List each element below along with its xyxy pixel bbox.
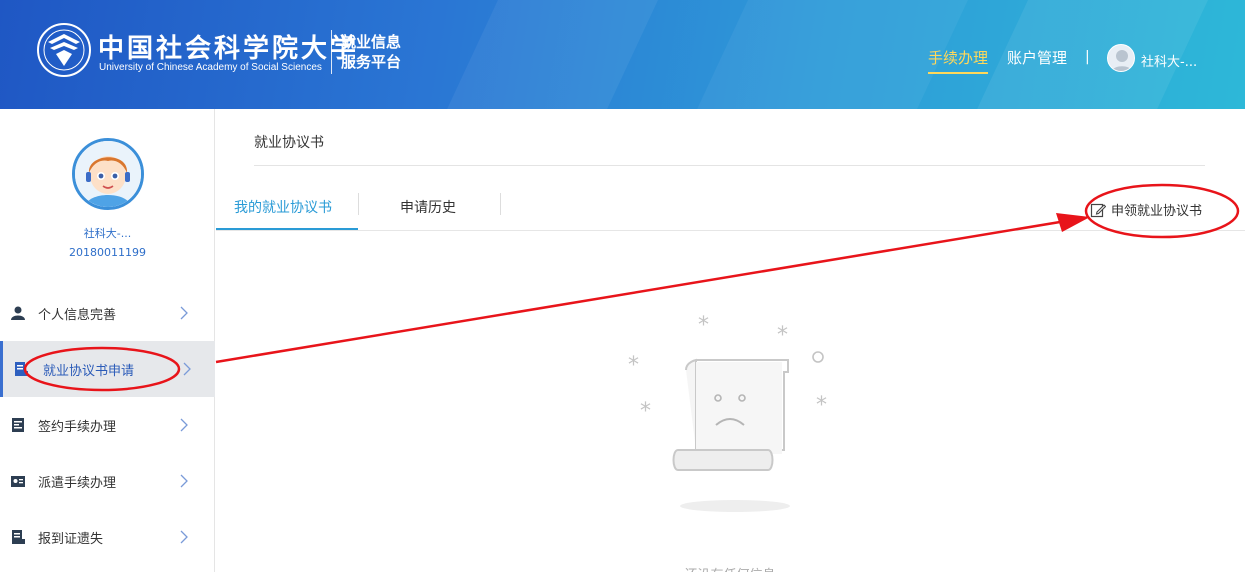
- user-icon: [11, 306, 25, 320]
- edit-icon: [1090, 203, 1106, 217]
- apply-agreement-button[interactable]: 申领就业协议书: [1090, 200, 1202, 219]
- sidebar-item-agreement-apply[interactable]: 就业协议书申请: [0, 341, 215, 397]
- sidebar-user-name: 社科大-...: [83, 227, 132, 240]
- svg-text:*: *: [816, 393, 827, 418]
- platform-name: 就业信息 服务平台: [341, 32, 401, 72]
- sidebar-item-label: 报到证遗失: [38, 531, 104, 547]
- university-name-cn: 中国社会科学院大学: [98, 34, 360, 64]
- header-decoration: [432, 0, 668, 109]
- tab-apply-history[interactable]: 申请历史: [400, 197, 456, 217]
- page-title: 就业协议书: [254, 135, 324, 151]
- svg-text:*: *: [640, 399, 651, 424]
- university-name-en: University of Chinese Academy of Social …: [99, 62, 322, 73]
- nav-account[interactable]: 账户管理: [1007, 47, 1067, 68]
- empty-state-illustration: * * * * *: [628, 313, 827, 512]
- chevron-right-icon: [180, 306, 188, 320]
- sidebar-item-label: 派遣手续办理: [38, 475, 117, 491]
- report-icon: [12, 530, 25, 544]
- svg-text:*: *: [628, 353, 639, 378]
- avatar-cartoon-icon: [75, 141, 141, 207]
- top-header: 中国社会科学院大学 University of Chinese Academy …: [0, 0, 1245, 109]
- sidebar-item-label: 个人信息完善: [38, 307, 117, 323]
- sidebar-item-report-lost[interactable]: 报到证遗失: [0, 509, 215, 565]
- svg-text:*: *: [698, 313, 709, 338]
- user-avatar-small[interactable]: [1107, 44, 1135, 72]
- sidebar-item-label: 就业协议书申请: [43, 363, 135, 379]
- tab-separator: [500, 193, 501, 215]
- sidebar-item-contract[interactable]: 签约手续办理: [0, 397, 215, 453]
- document-icon: [15, 362, 28, 376]
- empty-state-text: 还没有任何信息: [0, 564, 1245, 572]
- sidebar-user-id: 20180011199: [69, 246, 146, 259]
- user-name-top[interactable]: 社科大-...: [1141, 51, 1197, 70]
- tabs-divider: [216, 230, 1245, 231]
- sidebar: 社科大-... 20180011199 个人信息完善 就业协议书申请 签约手续办…: [0, 109, 215, 572]
- contract-icon: [12, 418, 24, 432]
- logo-divider: [331, 30, 332, 74]
- chevron-right-icon: [180, 530, 188, 544]
- apply-agreement-label: 申领就业协议书: [1111, 204, 1203, 219]
- sidebar-item-dispatch[interactable]: 派遣手续办理: [0, 453, 215, 509]
- chevron-right-icon: [180, 418, 188, 432]
- tab-separator: [358, 193, 359, 215]
- tab-my-agreement[interactable]: 我的就业协议书: [234, 197, 332, 217]
- sidebar-item-label: 签约手续办理: [38, 419, 117, 435]
- platform-name-line2: 服务平台: [341, 53, 402, 71]
- chevron-right-icon: [183, 362, 191, 376]
- university-emblem-icon: [37, 23, 91, 77]
- sidebar-item-personal-info[interactable]: 个人信息完善: [0, 285, 215, 341]
- avatar: [72, 138, 144, 210]
- platform-name-line1: 就业信息: [341, 33, 402, 51]
- svg-text:*: *: [777, 323, 788, 348]
- title-divider: [254, 165, 1205, 166]
- chevron-right-icon: [180, 474, 188, 488]
- nav-divider: |: [1085, 49, 1090, 65]
- id-card-icon: [11, 476, 25, 487]
- nav-procedures[interactable]: 手续办理: [928, 47, 989, 74]
